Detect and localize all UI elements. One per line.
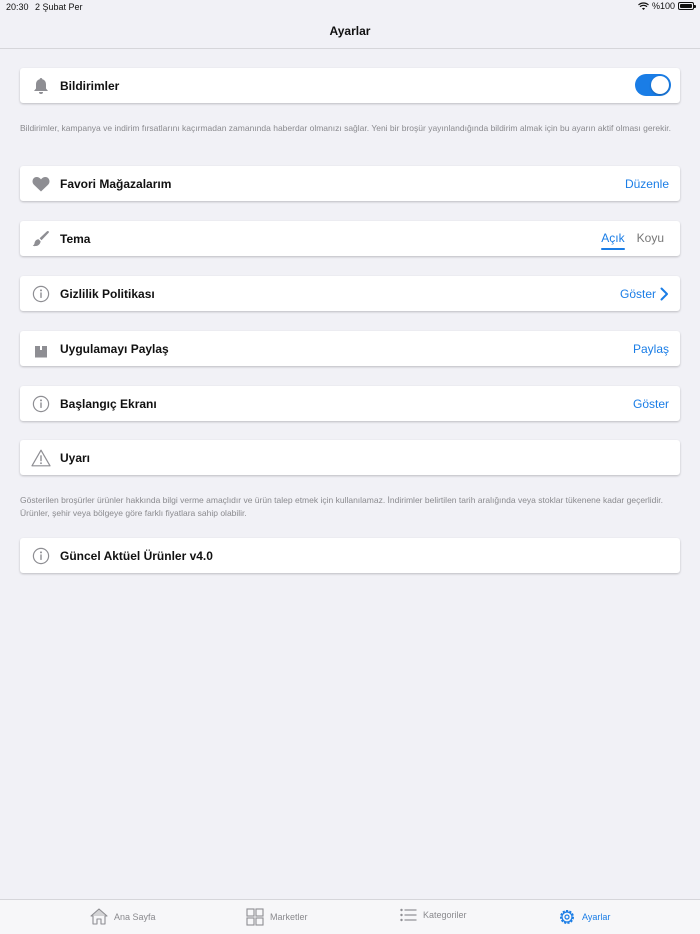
version-row: Güncel Aktüel Ürünler v4.0 xyxy=(20,538,680,573)
navigation-bar: Ayarlar xyxy=(0,14,700,49)
share-app-label: Uygulamayı Paylaş xyxy=(60,341,169,356)
favorite-stores-label: Favori Mağazalarım xyxy=(60,176,172,191)
tab-settings[interactable]: Ayarlar xyxy=(558,908,610,926)
theme-option-light[interactable]: Açık xyxy=(601,231,625,250)
share-icon xyxy=(31,339,51,359)
bell-icon xyxy=(31,76,51,96)
heart-icon xyxy=(31,174,51,194)
warning-row: Uyarı xyxy=(20,440,680,475)
warning-note: Gösterilen broşürler ürünler hakkında bi… xyxy=(20,495,663,518)
notifications-label: Bildirimler xyxy=(60,78,120,93)
share-button[interactable]: Paylaş xyxy=(633,342,669,356)
theme-option-dark[interactable]: Koyu xyxy=(637,231,664,245)
edit-favorites-button[interactable]: Düzenle xyxy=(625,177,669,191)
version-label: Güncel Aktüel Ürünler v4.0 xyxy=(60,548,213,563)
warning-label: Uyarı xyxy=(60,450,91,465)
info-icon xyxy=(31,546,51,566)
battery-percent: %100 xyxy=(651,1,675,11)
list-icon xyxy=(400,908,417,922)
page-title: Ayarlar xyxy=(329,24,371,38)
tab-markets[interactable]: Marketler xyxy=(246,908,308,926)
notifications-note: Bildirimler, kampanya ve indirim fırsatl… xyxy=(20,123,672,133)
wifi-icon xyxy=(638,1,649,10)
tab-categories-label: Kategoriler xyxy=(423,910,467,920)
theme-row: Tema Açık Koyu xyxy=(20,221,680,256)
notifications-toggle[interactable] xyxy=(635,74,671,96)
status-right: %100 xyxy=(638,1,696,11)
tab-home[interactable]: Ana Sayfa xyxy=(90,908,156,925)
show-startup-button[interactable]: Göster xyxy=(633,397,669,411)
startup-screen-label: Başlangıç Ekranı xyxy=(60,396,157,411)
tab-markets-label: Marketler xyxy=(270,912,308,922)
tab-home-label: Ana Sayfa xyxy=(114,911,156,922)
gear-icon xyxy=(560,910,574,924)
status-date: 2 Şubat Per xyxy=(35,2,83,12)
info-icon xyxy=(31,394,51,414)
show-privacy-label: Göster xyxy=(619,286,656,301)
status-bar: 20:30 2 Şubat Per %100 xyxy=(0,0,700,14)
grid-icon xyxy=(246,908,264,926)
toggle-knob xyxy=(651,76,669,94)
privacy-policy-row[interactable]: Gizlilik Politikası Göster xyxy=(20,276,680,311)
share-app-row[interactable]: Uygulamayı Paylaş Paylaş xyxy=(20,331,680,366)
startup-screen-row[interactable]: Başlangıç Ekranı Göster xyxy=(20,386,680,421)
tab-categories[interactable]: Kategoriler xyxy=(400,908,467,922)
status-time: 20:30 xyxy=(6,2,29,12)
privacy-policy-label: Gizlilik Politikası xyxy=(60,286,155,301)
theme-segmented-control: Açık Koyu xyxy=(601,231,664,250)
battery-icon xyxy=(678,2,696,10)
theme-label: Tema xyxy=(60,231,91,246)
brush-icon xyxy=(31,229,51,249)
home-icon xyxy=(90,908,108,925)
tab-settings-label: Ayarlar xyxy=(582,912,611,922)
chevron-right-icon xyxy=(660,287,668,300)
show-privacy-button[interactable]: Göster xyxy=(620,287,669,301)
tab-bar: Ana Sayfa Marketler Kategoriler Ayarlar xyxy=(0,899,700,934)
warning-icon xyxy=(31,448,51,468)
favorite-stores-row[interactable]: Favori Mağazalarım Düzenle xyxy=(20,166,680,201)
info-icon xyxy=(31,284,51,304)
notifications-row: Bildirimler xyxy=(20,68,680,103)
